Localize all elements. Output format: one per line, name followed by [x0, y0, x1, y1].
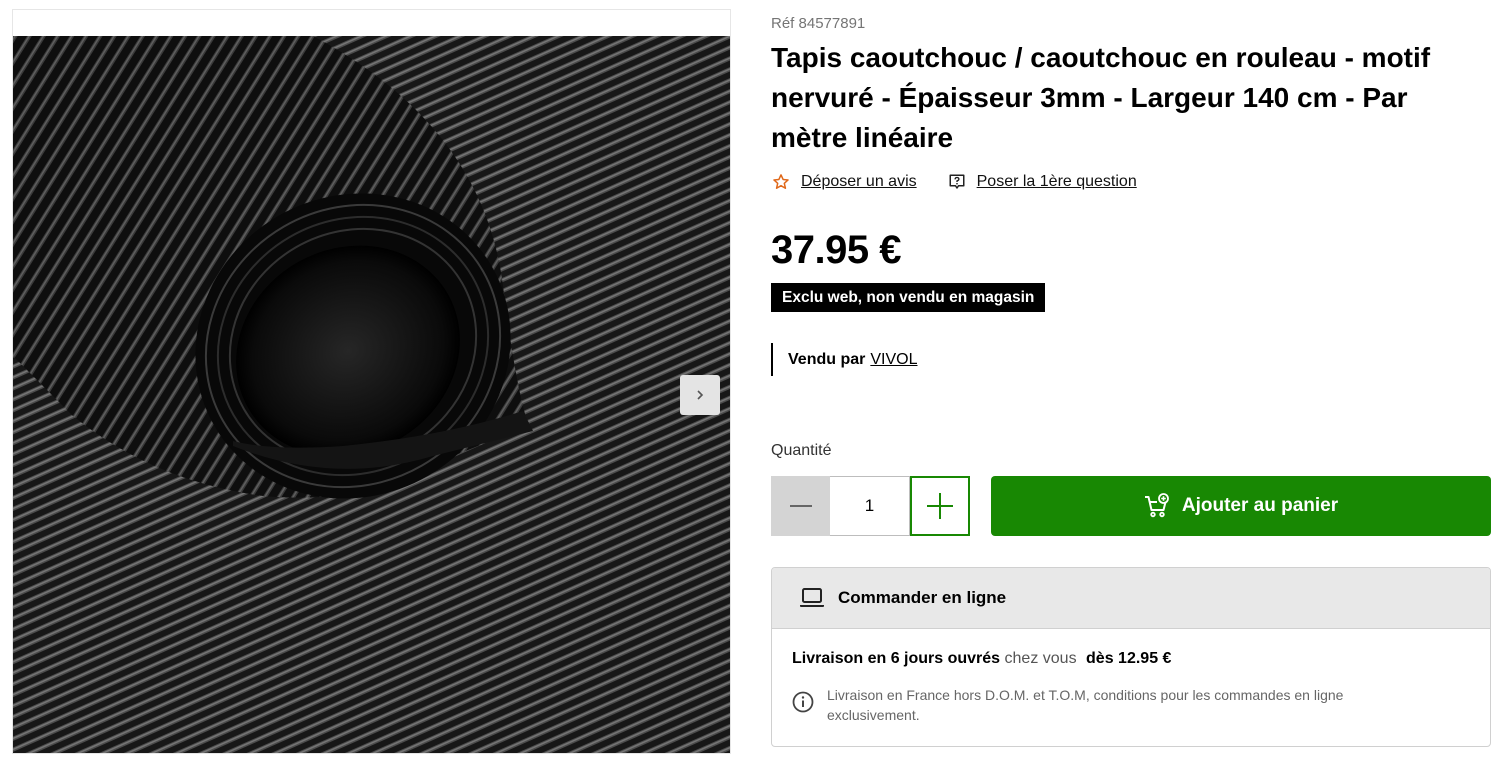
star-icon	[771, 172, 791, 192]
minus-icon	[789, 505, 812, 507]
decrease-quantity-button[interactable]	[771, 476, 830, 536]
cart-icon	[1144, 493, 1170, 519]
delivery-price: dès 12.95 €	[1086, 650, 1172, 667]
product-gallery	[12, 9, 731, 754]
delivery-note: Livraison en France hors D.O.M. et T.O.M…	[792, 685, 1470, 725]
delivery-destination: chez vous	[1004, 650, 1077, 667]
gallery-next-button[interactable]	[680, 375, 720, 415]
delivery-lead-time: Livraison en 6 jours ouvrés	[792, 650, 1001, 667]
question-icon	[947, 172, 967, 192]
quantity-stepper	[771, 476, 970, 536]
delivery-body: Livraison en 6 jours ouvrés chez vous dè…	[772, 629, 1490, 725]
delivery-header-title: Commander en ligne	[838, 588, 1007, 607]
delivery-panel: Commander en ligne Livraison en 6 jours …	[771, 567, 1491, 747]
add-to-cart-label: Ajouter au panier	[1181, 495, 1339, 516]
seller-prefix: Vendu par	[788, 350, 866, 368]
product-title: Tapis caoutchouc / caoutchouc en rouleau…	[771, 42, 1431, 153]
increase-quantity-button[interactable]	[910, 476, 970, 536]
write-review-label: Déposer un avis	[801, 173, 917, 190]
ask-question-link[interactable]: Poser la 1ère question	[947, 172, 1137, 192]
ask-question-label: Poser la 1ère question	[976, 173, 1137, 190]
seller-info: Vendu par VIVOL	[771, 343, 918, 376]
laptop-icon	[799, 587, 825, 609]
delivery-header: Commander en ligne	[772, 568, 1490, 629]
web-exclusive-badge: Exclu web, non vendu en magasin	[771, 283, 1046, 312]
product-price: 37.95 €	[771, 228, 901, 272]
info-icon	[792, 691, 814, 713]
plus-icon	[927, 493, 953, 519]
delivery-line: Livraison en 6 jours ouvrés chez vous dè…	[792, 650, 1470, 668]
product-links: Déposer un avis Poser la 1ère question	[771, 172, 1137, 192]
quantity-label: Quantité	[771, 442, 832, 459]
seller-link[interactable]: VIVOL	[870, 351, 917, 369]
quantity-input[interactable]	[830, 476, 910, 536]
delivery-note-text: Livraison en France hors D.O.M. et T.O.M…	[827, 687, 1344, 723]
chevron-right-icon	[697, 390, 704, 400]
product-image[interactable]	[13, 36, 730, 753]
write-review-link[interactable]: Déposer un avis	[771, 172, 917, 192]
product-reference: Réf 84577891	[771, 15, 866, 32]
rubber-mat-roll-photo	[13, 36, 730, 753]
add-to-cart-button[interactable]: Ajouter au panier	[991, 476, 1491, 536]
